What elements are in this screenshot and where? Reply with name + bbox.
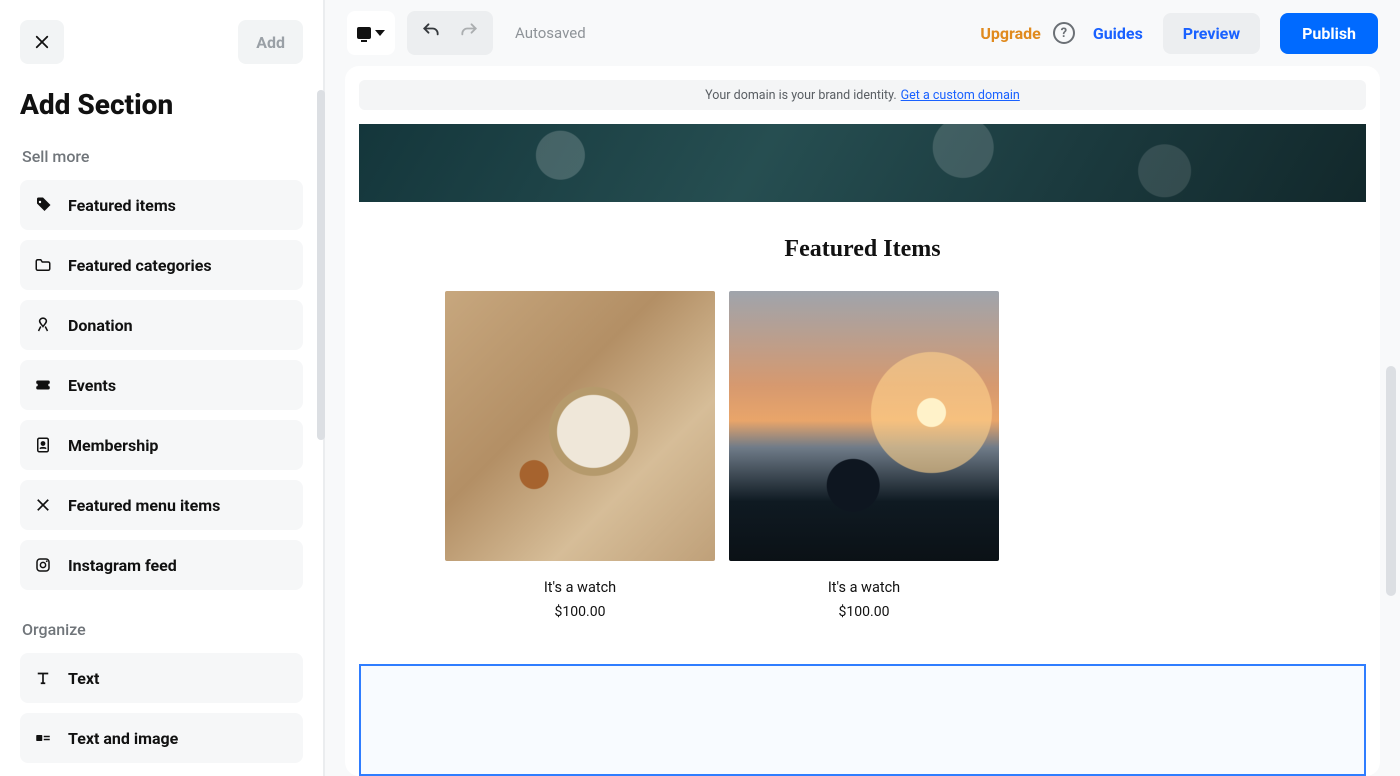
guides-link[interactable]: Guides (1093, 24, 1143, 43)
editor-toolbar: Autosaved Upgrade ? Guides Preview Publi… (325, 0, 1400, 66)
ribbon-icon (34, 316, 52, 334)
preview-button[interactable]: Preview (1163, 13, 1260, 54)
sidebar-item-label: Donation (68, 316, 133, 335)
publish-button[interactable]: Publish (1280, 13, 1378, 54)
product-card[interactable]: It's a watch $100.00 (729, 291, 999, 620)
sidebar-title: Add Section (20, 88, 303, 121)
sidebar-scrollbar[interactable] (317, 90, 325, 440)
undo-button[interactable] (421, 21, 441, 45)
text-image-icon (34, 729, 52, 747)
product-image (729, 291, 999, 561)
product-price: $100.00 (729, 604, 999, 620)
domain-hint-bar: Your domain is your brand identity. Get … (359, 80, 1366, 110)
editor-main: Autosaved Upgrade ? Guides Preview Publi… (325, 0, 1400, 776)
product-name: It's a watch (445, 579, 715, 596)
sidebar-item-events[interactable]: Events (20, 360, 303, 410)
group-label-sell-more: Sell more (22, 147, 303, 166)
instagram-icon (34, 556, 52, 574)
site-canvas[interactable]: Your domain is your brand identity. Get … (345, 66, 1380, 776)
sidebar-item-membership[interactable]: Membership (20, 420, 303, 470)
autosaved-status: Autosaved (515, 24, 586, 42)
product-price: $100.00 (445, 604, 715, 620)
help-button[interactable]: ? (1053, 22, 1075, 44)
sidebar-item-text-and-image[interactable]: Text and image (20, 713, 303, 763)
sidebar-item-donation[interactable]: Donation (20, 300, 303, 350)
product-card[interactable]: It's a watch $100.00 (445, 291, 715, 620)
redo-button[interactable] (459, 21, 479, 45)
sidebar-item-label: Instagram feed (68, 556, 177, 575)
sidebar-item-label: Text and image (68, 729, 178, 748)
tag-icon (34, 196, 52, 214)
sidebar-item-label: Featured categories (68, 256, 212, 275)
sidebar-item-label: Featured items (68, 196, 176, 215)
sidebar-item-label: Membership (68, 436, 158, 455)
desktop-icon (357, 27, 371, 39)
sidebar-item-label: Featured menu items (68, 496, 220, 515)
product-name: It's a watch (729, 579, 999, 596)
add-button[interactable]: Add (238, 20, 303, 64)
sidebar-item-label: Events (68, 376, 116, 395)
folder-icon (34, 256, 52, 274)
section-drop-zone[interactable] (359, 664, 1366, 776)
upgrade-link[interactable]: Upgrade (980, 24, 1041, 43)
sidebar-item-featured-categories[interactable]: Featured categories (20, 240, 303, 290)
ticket-icon (34, 376, 52, 394)
domain-hint-text: Your domain is your brand identity. (705, 88, 896, 103)
utensils-icon (34, 496, 52, 514)
sidebar-item-text[interactable]: Text (20, 653, 303, 703)
group-label-organize: Organize (22, 620, 303, 639)
product-image (445, 291, 715, 561)
sidebar-item-featured-menu-items[interactable]: Featured menu items (20, 480, 303, 530)
custom-domain-link[interactable]: Get a custom domain (901, 88, 1020, 103)
sidebar-item-instagram-feed[interactable]: Instagram feed (20, 540, 303, 590)
chevron-down-icon (375, 30, 385, 36)
add-section-sidebar: Add Add Section Sell more Featured items… (0, 0, 325, 776)
id-icon (34, 436, 52, 454)
close-button[interactable] (20, 20, 64, 64)
hero-banner[interactable] (359, 124, 1366, 202)
sidebar-item-featured-items[interactable]: Featured items (20, 180, 303, 230)
sidebar-item-label: Text (68, 669, 99, 688)
type-icon (34, 669, 52, 687)
close-icon (33, 33, 51, 51)
featured-items-title: Featured Items (345, 236, 1380, 263)
canvas-scrollbar[interactable] (1386, 366, 1396, 596)
device-selector[interactable] (347, 11, 395, 55)
